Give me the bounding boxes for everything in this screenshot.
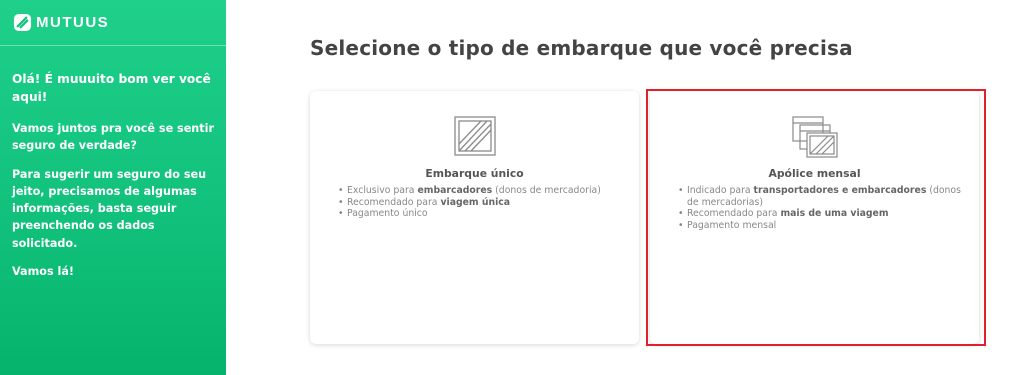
lets-go-text: Vamos lá!: [12, 265, 74, 279]
greeting-text: Olá! É muuuito bom ver você aqui!: [12, 72, 211, 104]
card-title: Apólice mensal: [768, 167, 861, 180]
sidebar: mutuus Olá! É muuuito bom ver você aqui!…: [0, 0, 226, 375]
brand-name: mutuus: [36, 14, 110, 31]
brand-header: mutuus: [0, 0, 226, 46]
single-shipment-card[interactable]: Embarque único Exclusivo para embarcador…: [310, 91, 639, 344]
instructions-text: Para sugerir um seguro do seu jeito, pre…: [12, 167, 207, 250]
list-item: Recomendado para mais de uma viagem: [678, 208, 968, 220]
card-features: Indicado para transportadores e embarcad…: [678, 185, 968, 231]
single-crate-icon: [453, 116, 496, 156]
card-features: Exclusivo para embarcadores (donos de me…: [338, 185, 628, 220]
card-title: Embarque único: [425, 167, 524, 180]
mutuus-logo-icon: [13, 13, 32, 32]
page-title: Selecione o tipo de embarque que você pr…: [310, 36, 853, 60]
intro-text: Vamos juntos pra você se sentir seguro d…: [12, 122, 214, 153]
list-item: Exclusivo para embarcadores (donos de me…: [338, 185, 628, 197]
list-item: Pagamento único: [338, 208, 628, 220]
list-item: Indicado para transportadores e embarcad…: [678, 185, 968, 208]
list-item: Recomendado para viagem única: [338, 197, 628, 209]
monthly-policy-card[interactable]: Apólice mensal Indicado para transportad…: [650, 91, 979, 344]
list-item: Pagamento mensal: [678, 220, 968, 232]
welcome-text: Olá! É muuuito bom ver você aqui! Vamos …: [0, 46, 226, 280]
stacked-crates-icon: [791, 116, 838, 158]
